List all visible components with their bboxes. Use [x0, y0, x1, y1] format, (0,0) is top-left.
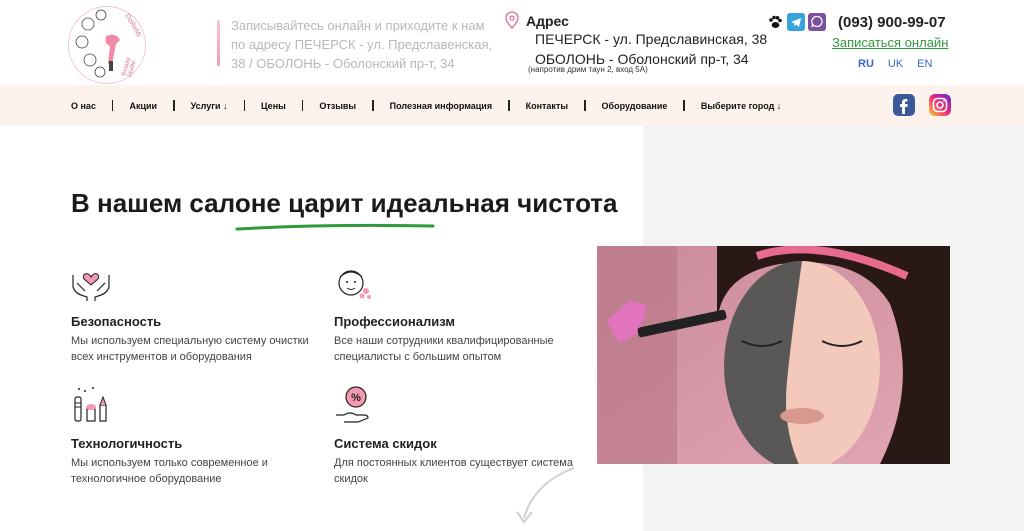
nav-item-equipment[interactable]: Оборудование: [602, 101, 668, 111]
nav-separator: [301, 100, 304, 111]
face-mask-icon: [338, 270, 371, 299]
salon-photo: [597, 246, 950, 464]
lang-ru[interactable]: RU: [858, 58, 874, 70]
phone-number[interactable]: (093) 900-99-07: [838, 14, 946, 31]
feature-safety: Безопасность Мы используем специальную с…: [71, 263, 331, 365]
lang-en[interactable]: EN: [917, 58, 932, 70]
feature-heading: Система скидок: [334, 436, 437, 451]
nav-item-reviews[interactable]: Отзывы: [319, 101, 356, 111]
feature-heading: Безопасность: [71, 314, 162, 329]
nav-separator: [683, 100, 685, 111]
scroll-down-arrow-icon[interactable]: [512, 466, 582, 531]
nav-item-services[interactable]: Услуги ↓: [191, 101, 228, 111]
nav-item-contacts[interactable]: Контакты: [526, 101, 568, 111]
nav-separator: [243, 100, 245, 111]
feature-professionalism: Профессионализм Все наши сотрудники квал…: [334, 263, 594, 365]
title-underline: [235, 223, 435, 231]
intro-divider: [217, 20, 220, 66]
discount-hand-icon: %: [336, 386, 369, 423]
location-pin-icon: [505, 11, 519, 29]
language-switcher: RU UK EN: [858, 58, 932, 70]
signup-online-link[interactable]: Записаться онлайн: [832, 35, 948, 50]
svg-text:%: %: [351, 392, 361, 404]
feature-heading: Технологичность: [71, 436, 183, 451]
nav-separator: [508, 100, 510, 111]
nav-separator: [173, 100, 175, 111]
nav-separator: [372, 100, 374, 111]
feature-text: Мы используем только современное и техно…: [71, 457, 268, 485]
viber-icon[interactable]: [808, 13, 826, 31]
feature-text: Мы используем специальную систему очистк…: [71, 335, 309, 363]
lang-uk[interactable]: UK: [888, 58, 903, 70]
feature-heading: Профессионализм: [334, 314, 455, 329]
address-title: Адрес: [526, 13, 569, 29]
cosmetics-icon: [74, 387, 107, 422]
nav-item-about[interactable]: О нас: [71, 101, 96, 111]
feature-text: Все наши сотрудники квалифицированные сп…: [334, 335, 554, 363]
telegram-icon[interactable]: [787, 13, 805, 31]
messenger-links: [766, 13, 826, 31]
hands-heart-icon: [72, 273, 110, 301]
nav-item-useful-info[interactable]: Полезная информация: [390, 101, 492, 111]
facebook-icon[interactable]: [893, 94, 915, 116]
logo[interactable]: DoReMi Beauty Studio: [68, 6, 146, 84]
nav-separator: [584, 100, 586, 111]
main-nav: О нас Акции Услуги ↓ Цены Отзывы Полезна…: [0, 85, 1024, 126]
instagram-icon[interactable]: [929, 94, 951, 116]
page-title: В нашем салоне царит идеальная чистота: [71, 188, 618, 218]
paw-icon[interactable]: [766, 13, 784, 31]
intro-text: Записывайтесь онлайн и приходите к нам п…: [231, 18, 493, 71]
address-note: (напротив дрим таун 2, вход 5А): [528, 65, 648, 74]
address-pechersk: ПЕЧЕРСК - ул. Предславинская, 38: [535, 31, 768, 47]
feature-technology: Технологичность Мы используем только сов…: [71, 385, 331, 487]
nav-item-choose-city[interactable]: Выберите город ↓: [701, 101, 781, 111]
nav-item-prices[interactable]: Цены: [261, 101, 286, 111]
nav-item-promotions[interactable]: Акции: [129, 101, 157, 111]
nav-separator: [111, 100, 114, 111]
